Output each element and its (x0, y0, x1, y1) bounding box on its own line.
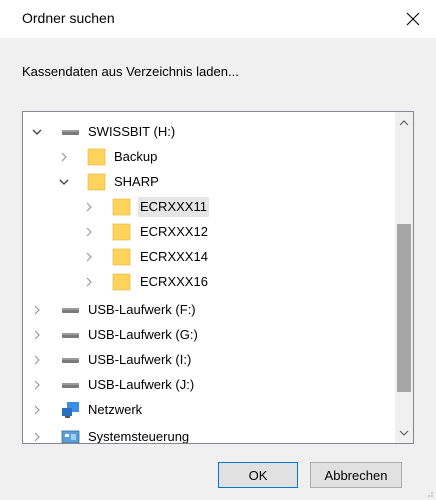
chevron-right-icon[interactable] (82, 220, 96, 244)
network-icon (61, 398, 81, 422)
chevron-right-icon[interactable] (82, 195, 96, 219)
tree-item-label: USB-Laufwerk (J:) (88, 377, 195, 392)
tree-item-label: Backup (114, 149, 158, 164)
tree-item-label: ECRXXX14 (140, 249, 208, 264)
tree-item-label: SWISSBIT (H:) (88, 124, 176, 139)
tree-item[interactable]: ECRXXX12 (23, 220, 395, 244)
tree-item[interactable]: ECRXXX11 (23, 195, 395, 219)
chevron-down-icon (399, 430, 409, 436)
tree-item-label: Systemsteuerung (88, 429, 190, 443)
control-panel-icon (61, 425, 81, 443)
tree-viewport: SWISSBIT (H:) Backup SHARP ECRXXX11 ECRXXX12… (23, 112, 395, 443)
tree-item[interactable]: USB-Laufwerk (J:) (23, 373, 395, 397)
tree-item[interactable]: ECRXXX16 (23, 270, 395, 294)
chevron-down-icon[interactable] (30, 120, 44, 144)
close-button[interactable] (390, 0, 436, 38)
tree-item-label: USB-Laufwerk (G:) (88, 327, 198, 342)
ok-button[interactable]: OK (218, 462, 298, 488)
folder-icon (112, 270, 132, 294)
tree-item[interactable]: Backup (23, 145, 395, 169)
tree-item-label: ECRXXX11 (138, 197, 209, 217)
tree-item-label: Netzwerk (88, 402, 143, 417)
drive-icon (61, 120, 81, 144)
tree-item-label: USB-Laufwerk (I:) (88, 352, 192, 367)
folder-icon (112, 195, 132, 219)
resize-grip-icon[interactable] (424, 488, 434, 498)
chevron-up-icon (399, 119, 409, 125)
tree-item[interactable]: ECRXXX14 (23, 245, 395, 269)
folder-icon (87, 170, 107, 194)
drive-icon (61, 323, 81, 347)
title-bar: Ordner suchen (0, 0, 436, 38)
chevron-down-icon[interactable] (57, 170, 71, 194)
cancel-button[interactable]: Abbrechen (310, 462, 402, 488)
vertical-scrollbar[interactable] (395, 112, 413, 443)
tree-item[interactable]: SHARP (23, 170, 395, 194)
chevron-right-icon[interactable] (30, 298, 44, 322)
tree-item-label: USB-Laufwerk (F:) (88, 302, 196, 317)
chevron-right-icon[interactable] (30, 373, 44, 397)
scroll-up-button[interactable] (395, 114, 413, 131)
folder-icon (112, 245, 132, 269)
chevron-right-icon[interactable] (30, 425, 44, 443)
tree-item[interactable]: SWISSBIT (H:) (23, 120, 395, 144)
dialog-title: Ordner suchen (22, 10, 115, 26)
tree-item-label: SHARP (114, 174, 159, 189)
chevron-right-icon[interactable] (30, 323, 44, 347)
drive-icon (61, 298, 81, 322)
tree-item[interactable]: Netzwerk (23, 398, 395, 422)
scroll-down-button[interactable] (395, 424, 413, 441)
chevron-right-icon[interactable] (30, 348, 44, 372)
chevron-right-icon[interactable] (82, 270, 96, 294)
folder-tree[interactable]: SWISSBIT (H:) Backup SHARP ECRXXX11 ECRXXX12… (22, 111, 414, 444)
drive-icon (61, 373, 81, 397)
folder-icon (112, 220, 132, 244)
chevron-right-icon[interactable] (82, 245, 96, 269)
chevron-right-icon[interactable] (30, 398, 44, 422)
tree-item-label: ECRXXX16 (140, 274, 208, 289)
tree-item[interactable]: Systemsteuerung (23, 425, 395, 443)
tree-item-label: ECRXXX12 (140, 224, 208, 239)
tree-item[interactable]: USB-Laufwerk (I:) (23, 348, 395, 372)
instruction-text: Kassendaten aus Verzeichnis laden... (22, 64, 239, 79)
scroll-thumb[interactable] (397, 224, 411, 392)
chevron-right-icon[interactable] (57, 145, 71, 169)
close-icon (406, 12, 420, 26)
tree-item[interactable]: USB-Laufwerk (G:) (23, 323, 395, 347)
drive-icon (61, 348, 81, 372)
folder-icon (87, 145, 107, 169)
tree-item[interactable]: USB-Laufwerk (F:) (23, 298, 395, 322)
